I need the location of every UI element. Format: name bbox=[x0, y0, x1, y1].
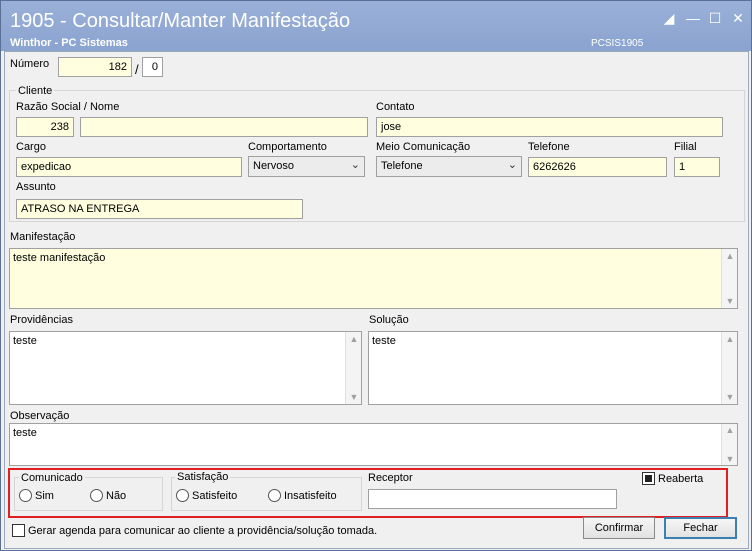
routine-code: PCSIS1905 bbox=[591, 38, 644, 49]
scroll-up-icon[interactable]: ▲ bbox=[722, 334, 738, 344]
comunicado-sim-radio[interactable]: Sim bbox=[19, 489, 54, 502]
razao-label: Razão Social / Nome bbox=[16, 101, 120, 113]
radio-circle bbox=[90, 489, 103, 502]
numero-separator: / bbox=[135, 62, 139, 77]
comportamento-value: Nervoso bbox=[253, 160, 294, 172]
meio-comunicacao-select[interactable]: Telefone ⌄ bbox=[376, 156, 522, 177]
cliente-group-label: Cliente bbox=[16, 85, 55, 97]
assunto-label: Assunto bbox=[16, 181, 56, 193]
comunicado-label: Comunicado bbox=[19, 472, 85, 484]
satisfeito-label: Satisfeito bbox=[192, 489, 238, 502]
gerar-agenda-checkbox[interactable] bbox=[12, 524, 25, 537]
observacao-label: Observação bbox=[10, 410, 70, 422]
maximize-icon[interactable]: ☐ bbox=[706, 10, 724, 26]
sequence-field[interactable]: 0 bbox=[142, 57, 163, 77]
minimize-icon[interactable]: — bbox=[684, 10, 702, 26]
cliente-codigo-field[interactable]: 238 bbox=[16, 117, 74, 137]
filial-field[interactable]: 1 bbox=[674, 157, 720, 177]
meio-comunicacao-value: Telefone bbox=[381, 160, 423, 172]
comunicado-nao-radio[interactable]: Não bbox=[90, 489, 126, 502]
solucao-text: teste bbox=[372, 335, 396, 347]
comunicado-nao-label: Não bbox=[106, 489, 127, 502]
window-title: 1905 - Consultar/Manter Manifestação bbox=[10, 10, 351, 32]
main-window: 1905 - Consultar/Manter Manifestação Win… bbox=[0, 0, 752, 551]
gerar-agenda-label: Gerar agenda para comunicar ao cliente a… bbox=[28, 525, 378, 537]
chevron-down-icon: ⌄ bbox=[507, 159, 517, 171]
fechar-button[interactable]: Fechar bbox=[664, 517, 737, 539]
reaberta-label: Reaberta bbox=[658, 473, 704, 485]
scroll-down-icon[interactable]: ▼ bbox=[722, 454, 738, 464]
insatisfeito-label: Insatisfeito bbox=[284, 489, 337, 502]
providencias-memo[interactable]: teste ▲ ▼ bbox=[9, 331, 362, 405]
scroll-down-icon[interactable]: ▼ bbox=[722, 392, 738, 402]
chevron-down-icon: ⌄ bbox=[350, 159, 360, 171]
scroll-down-icon[interactable]: ▼ bbox=[722, 296, 738, 306]
manifestacao-label: Manifestação bbox=[10, 231, 76, 243]
insatisfeito-radio[interactable]: Insatisfeito bbox=[268, 489, 337, 502]
numero-label: Número bbox=[10, 58, 50, 70]
comunicado-sim-label: Sim bbox=[35, 489, 54, 502]
layout-icon[interactable]: ◢ bbox=[660, 10, 678, 26]
receptor-label: Receptor bbox=[368, 472, 413, 484]
scroll-up-icon[interactable]: ▲ bbox=[722, 425, 738, 435]
radio-circle bbox=[176, 489, 189, 502]
providencias-scrollbar[interactable]: ▲ ▼ bbox=[345, 332, 361, 404]
numero-field[interactable]: 182 bbox=[58, 57, 132, 77]
reaberta-checkbox[interactable] bbox=[642, 472, 655, 485]
observacao-text: teste bbox=[13, 427, 37, 439]
cargo-field[interactable]: expedicao bbox=[16, 157, 242, 177]
contato-field[interactable]: jose bbox=[376, 117, 723, 137]
close-icon[interactable]: ✕ bbox=[729, 10, 747, 26]
providencias-label: Providências bbox=[10, 314, 73, 326]
comportamento-select[interactable]: Nervoso ⌄ bbox=[248, 156, 365, 177]
contato-label: Contato bbox=[376, 101, 415, 113]
filial-label: Filial bbox=[674, 141, 697, 153]
radio-circle bbox=[19, 489, 32, 502]
observacao-memo[interactable]: teste ▲ ▼ bbox=[9, 423, 738, 466]
assunto-field[interactable]: ATRASO NA ENTREGA bbox=[16, 199, 303, 219]
satisfeito-radio[interactable]: Satisfeito bbox=[176, 489, 237, 502]
form-content: Número 182 / 0 Cliente Razão Social / No… bbox=[4, 51, 749, 549]
telefone-field[interactable]: 6262626 bbox=[528, 157, 667, 177]
satisfacao-label: Satisfação bbox=[175, 471, 231, 483]
telefone-label: Telefone bbox=[528, 141, 570, 153]
scroll-down-icon[interactable]: ▼ bbox=[346, 392, 362, 402]
radio-circle bbox=[268, 489, 281, 502]
manifestacao-scrollbar[interactable]: ▲ ▼ bbox=[721, 249, 737, 308]
meio-comunicacao-label: Meio Comunicação bbox=[376, 141, 471, 153]
scroll-up-icon[interactable]: ▲ bbox=[346, 334, 362, 344]
solucao-memo[interactable]: teste ▲ ▼ bbox=[368, 331, 738, 405]
receptor-field[interactable] bbox=[368, 489, 617, 509]
comportamento-label: Comportamento bbox=[248, 141, 327, 153]
razao-field[interactable] bbox=[80, 117, 368, 137]
providencias-text: teste bbox=[13, 335, 37, 347]
observacao-scrollbar[interactable]: ▲ ▼ bbox=[721, 424, 737, 465]
solucao-label: Solução bbox=[369, 314, 409, 326]
cargo-label: Cargo bbox=[16, 141, 46, 153]
window-subtitle: Winthor - PC Sistemas bbox=[10, 37, 128, 49]
manifestacao-memo[interactable]: teste manifestação ▲ ▼ bbox=[9, 248, 738, 309]
solucao-scrollbar[interactable]: ▲ ▼ bbox=[721, 332, 737, 404]
title-bar[interactable]: 1905 - Consultar/Manter Manifestação Win… bbox=[1, 1, 751, 51]
confirmar-button[interactable]: Confirmar bbox=[583, 517, 655, 539]
manifestacao-text: teste manifestação bbox=[13, 252, 106, 264]
scroll-up-icon[interactable]: ▲ bbox=[722, 251, 738, 261]
